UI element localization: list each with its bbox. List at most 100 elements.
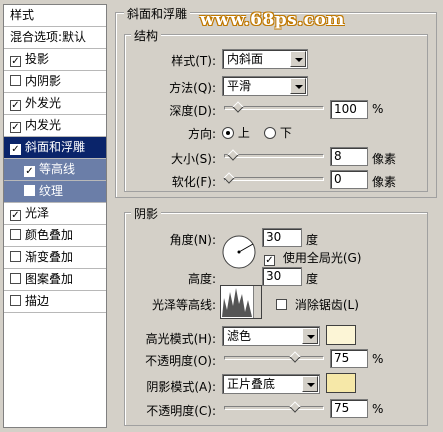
technique-select-value: 平滑 <box>227 79 252 93</box>
depth-unit: % <box>372 102 384 116</box>
style-item-label: 投影 <box>25 52 50 66</box>
style-select[interactable]: 内斜面 <box>222 49 308 69</box>
gloss-contour-label: 光泽等高线: <box>151 298 216 312</box>
gloss-contour-picker[interactable] <box>220 285 262 319</box>
style-item-checkbox[interactable] <box>24 185 35 196</box>
style-item-label: 描边 <box>25 294 50 308</box>
style-item-checkbox[interactable] <box>10 251 21 262</box>
watermark-text: www.68ps.com <box>200 10 345 30</box>
soften-slider[interactable] <box>223 172 324 184</box>
angle-dial-icon <box>222 235 256 269</box>
style-item[interactable]: 渐变叠加 <box>4 247 106 269</box>
shadow-opacity-unit: % <box>372 402 384 416</box>
direction-down-radio[interactable] <box>264 127 276 139</box>
chevron-down-icon <box>290 78 306 94</box>
style-item-label: 纹理 <box>39 184 64 198</box>
size-slider[interactable] <box>224 149 324 161</box>
soften-unit: 像素 <box>372 175 397 189</box>
structure-title: 结构 <box>131 27 162 44</box>
global-light-checkbox[interactable]: ✓ <box>264 255 275 266</box>
depth-input[interactable]: 100 <box>330 100 368 119</box>
contour-curve-icon <box>222 288 252 317</box>
highlight-opacity-input[interactable]: 75 <box>330 349 368 368</box>
angle-label: 角度(N): <box>169 233 216 247</box>
style-item-checkbox[interactable]: ✓ <box>24 166 35 177</box>
style-item-checkbox[interactable] <box>10 273 21 284</box>
chevron-down-icon <box>290 51 306 67</box>
shadow-mode-label: 阴影模式(A): <box>146 380 216 394</box>
style-item-checkbox[interactable]: ✓ <box>10 56 21 67</box>
highlight-mode-label: 高光模式(H): <box>145 332 216 346</box>
direction-label: 方向: <box>187 127 216 141</box>
style-item[interactable]: 图案叠加 <box>4 269 106 291</box>
style-item-checkbox[interactable]: ✓ <box>10 210 21 221</box>
style-item[interactable]: 纹理 <box>4 181 106 203</box>
global-light-label: 使用全局光(G) <box>282 251 362 265</box>
direction-down-label: 下 <box>279 126 292 140</box>
style-item-checkbox[interactable]: ✓ <box>10 100 21 111</box>
altitude-label: 高度: <box>187 272 216 286</box>
anti-aliased-option[interactable]: 消除锯齿(L) <box>276 296 359 313</box>
style-item-label: 内发光 <box>25 118 62 132</box>
style-item[interactable]: 描边 <box>4 291 106 313</box>
technique-label: 方法(Q): <box>169 81 216 95</box>
shadow-mode-select[interactable]: 正片叠底 <box>222 374 320 394</box>
anti-aliased-label: 消除锯齿(L) <box>294 298 359 312</box>
style-item-checkbox[interactable]: ✓ <box>10 144 21 155</box>
style-item[interactable]: ✓ 斜面和浮雕 <box>4 137 106 159</box>
highlight-color-swatch[interactable] <box>326 325 356 345</box>
styles-list: 样式 混合选项:默认 ✓ 投影 内阴影 ✓ 外发光 ✓ 内发光 ✓ 斜面和浮雕 ✓ 等高线 纹理 ✓ 光泽… <box>3 4 107 428</box>
style-item-checkbox[interactable] <box>10 229 21 240</box>
style-item-label: 颜色叠加 <box>25 228 74 242</box>
style-item[interactable]: ✓ 光泽 <box>4 203 106 225</box>
style-item-label: 等高线 <box>39 162 76 176</box>
style-item[interactable]: ✓ 等高线 <box>4 159 106 181</box>
direction-up-option[interactable]: 上 <box>222 124 250 141</box>
highlight-mode-value: 滤色 <box>227 329 252 343</box>
style-item-checkbox[interactable] <box>10 295 21 306</box>
altitude-input[interactable]: 30 <box>262 267 302 286</box>
size-input[interactable]: 8 <box>330 147 368 166</box>
angle-input[interactable]: 30 <box>262 228 302 247</box>
style-item[interactable]: ✓ 投影 <box>4 49 106 71</box>
shading-title: 阴影 <box>131 205 162 222</box>
style-item-label: 光泽 <box>25 206 50 220</box>
blend-options-item[interactable]: 混合选项:默认 <box>4 27 106 49</box>
direction-down-option[interactable]: 下 <box>264 124 292 141</box>
bevel-emboss-title: 斜面和浮雕 <box>124 5 191 22</box>
shadow-opacity-input[interactable]: 75 <box>330 399 368 418</box>
angle-dial[interactable] <box>221 234 257 270</box>
chevron-down-icon <box>302 328 318 344</box>
highlight-opacity-slider[interactable] <box>224 351 324 363</box>
styles-header[interactable]: 样式 <box>4 5 106 27</box>
shadow-opacity-slider[interactable] <box>224 401 324 413</box>
style-item-label: 内阴影 <box>25 74 62 88</box>
style-item-label: 斜面和浮雕 <box>25 140 86 154</box>
highlight-mode-select[interactable]: 滤色 <box>222 326 320 346</box>
shadow-opacity-label: 不透明度(C): <box>146 404 216 418</box>
depth-slider[interactable] <box>224 101 324 113</box>
style-label: 样式(T): <box>171 54 216 68</box>
shadow-color-swatch[interactable] <box>326 373 356 393</box>
depth-label: 深度(D): <box>169 104 216 118</box>
direction-up-label: 上 <box>237 126 250 140</box>
size-label: 大小(S): <box>170 152 216 166</box>
chevron-down-icon <box>253 286 261 318</box>
global-light-option[interactable]: ✓ 使用全局光(G) <box>264 249 362 266</box>
style-item[interactable]: 内阴影 <box>4 71 106 93</box>
direction-up-radio[interactable] <box>222 127 234 139</box>
highlight-opacity-label: 不透明度(O): <box>145 354 216 368</box>
style-item-label: 图案叠加 <box>25 272 74 286</box>
size-unit: 像素 <box>372 152 397 166</box>
style-item[interactable]: ✓ 外发光 <box>4 93 106 115</box>
soften-input[interactable]: 0 <box>330 170 368 189</box>
chevron-down-icon <box>302 376 318 392</box>
anti-aliased-checkbox[interactable] <box>276 299 287 310</box>
style-item-checkbox[interactable]: ✓ <box>10 122 21 133</box>
style-item[interactable]: 颜色叠加 <box>4 225 106 247</box>
technique-select[interactable]: 平滑 <box>222 76 308 96</box>
style-item-checkbox[interactable] <box>10 75 21 86</box>
style-item[interactable]: ✓ 内发光 <box>4 115 106 137</box>
style-select-value: 内斜面 <box>227 52 264 66</box>
altitude-unit: 度 <box>306 272 319 286</box>
